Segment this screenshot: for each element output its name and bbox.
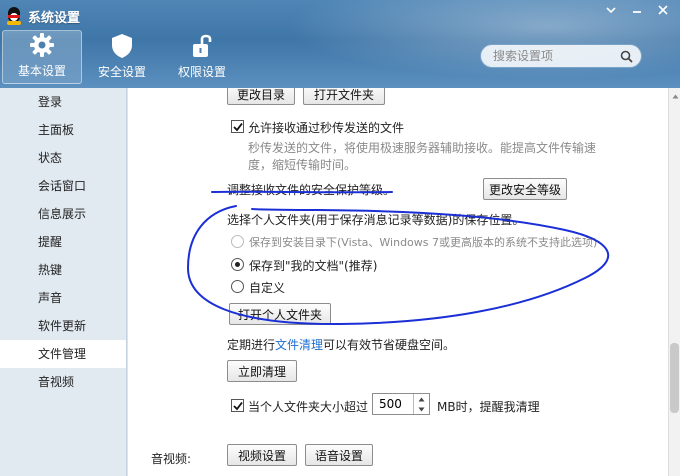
radio-custom-label: 自定义 (249, 281, 286, 295)
close-icon (658, 5, 668, 15)
sidebar-item-software-update[interactable]: 软件更新 (0, 312, 126, 340)
cleanup-hint: 定期进行文件清理可以有效节省硬盘空间。 (227, 336, 455, 353)
fast-transfer-desc-line-2: 度，缩短传输时间。 (248, 158, 357, 172)
tab-security-settings[interactable]: 安全设置 (82, 30, 162, 84)
open-folder-button[interactable]: 打开文件夹 (303, 88, 385, 105)
personal-folder-text: 选择个人文件夹(用于保存消息记录等数据)的保存位置。 (227, 213, 525, 227)
sidebar-item-info-display[interactable]: 信息展示 (0, 200, 126, 228)
window-controls (598, 0, 676, 20)
settings-content: 更改目录 打开文件夹 允许接收通过秒传发送的文件 秒传发送的文件，将使用极速服务… (128, 88, 668, 476)
sidebar-item-file-management[interactable]: 文件管理 (0, 340, 126, 368)
file-cleanup-link[interactable]: 文件清理 (275, 338, 323, 352)
audio-video-section-label: 音视频: (151, 452, 192, 466)
title-bar: 系统设置 基本设置 安全设置 权限设置 搜索设置项 (0, 0, 680, 88)
settings-sidebar: 登录 主面板 状态 会话窗口 信息展示 提醒 热键 声音 软件更新 文件管理 音… (0, 88, 127, 476)
qq-penguin-icon (6, 7, 22, 25)
tab-permission-settings-label: 权限设置 (177, 65, 226, 79)
sidebar-item-status[interactable]: 状态 (0, 144, 126, 172)
cleanup-prefix: 定期进行 (227, 338, 276, 352)
lock-icon (188, 32, 216, 60)
sidebar-item-login[interactable]: 登录 (0, 88, 126, 116)
sidebar-item-sound[interactable]: 声音 (0, 284, 126, 312)
radio-custom[interactable] (231, 280, 244, 293)
scroll-up-arrow-icon[interactable] (669, 90, 680, 102)
size-reminder-label: 当个人文件夹大小超过 (248, 400, 369, 414)
size-limit-input[interactable] (373, 397, 413, 411)
tab-basic-settings[interactable]: 基本设置 (2, 30, 82, 84)
fast-transfer-desc-line-1: 秒传发送的文件，将使用极速服务器辅助接收。能提高文件传输速 (248, 141, 597, 155)
settings-search-box[interactable] (480, 44, 642, 68)
chevron-down-icon (606, 7, 616, 14)
allow-fast-transfer-label: 允许接收通过秒传发送的文件 (248, 121, 405, 135)
content-scrollbar[interactable] (668, 88, 680, 476)
shield-icon (108, 32, 136, 60)
size-limit-stepper[interactable] (413, 394, 428, 414)
settings-tabs: 基本设置 安全设置 权限设置 (2, 30, 242, 84)
radio-my-documents-label: 保存到"我的文档"(推荐) (249, 259, 378, 273)
sidebar-item-chat-window[interactable]: 会话窗口 (0, 172, 126, 200)
audio-settings-button[interactable]: 语音设置 (305, 444, 373, 466)
open-personal-folder-button[interactable]: 打开个人文件夹 (229, 303, 331, 325)
size-limit-spinbox[interactable] (372, 393, 430, 415)
sidebar-item-hotkeys[interactable]: 热键 (0, 256, 126, 284)
scrollbar-thumb[interactable] (670, 343, 679, 413)
stepper-down-icon[interactable] (414, 404, 428, 414)
close-button[interactable] (650, 0, 676, 20)
allow-fast-transfer-checkbox[interactable] (231, 120, 244, 133)
tab-security-settings-label: 安全设置 (97, 65, 146, 79)
change-security-level-button[interactable]: 更改安全等级 (483, 178, 567, 200)
security-level-text: 调整接收文件的安全保护等级。 (227, 183, 396, 197)
minimize-button[interactable] (624, 0, 650, 20)
search-icon[interactable] (620, 50, 633, 66)
size-reminder-checkbox[interactable] (231, 399, 244, 412)
sidebar-item-main-panel[interactable]: 主面板 (0, 116, 126, 144)
checkmark-icon (232, 401, 243, 410)
video-settings-button[interactable]: 视频设置 (227, 444, 297, 466)
clean-now-button[interactable]: 立即清理 (227, 360, 297, 382)
radio-my-documents[interactable] (231, 258, 244, 271)
stepper-up-icon[interactable] (414, 394, 428, 404)
window-title-row: 系统设置 (6, 5, 80, 27)
change-directory-button[interactable]: 更改目录 (227, 88, 295, 105)
sidebar-item-audio-video[interactable]: 音视频 (0, 368, 126, 396)
search-input[interactable] (493, 49, 613, 63)
radio-install-directory-label: 保存到安装目录下(Vista、Windows 7或更高版本的系统不支持此选项) (249, 236, 598, 249)
cleanup-suffix: 可以有效节省硬盘空间。 (323, 338, 456, 352)
sidebar-item-reminders[interactable]: 提醒 (0, 228, 126, 256)
menu-dropdown-button[interactable] (598, 0, 624, 20)
tab-basic-settings-label: 基本设置 (17, 64, 66, 78)
gear-icon (28, 31, 56, 59)
radio-install-directory[interactable] (231, 235, 244, 248)
checkmark-icon (232, 122, 243, 131)
tab-permission-settings[interactable]: 权限设置 (162, 30, 242, 84)
window-title: 系统设置 (28, 10, 81, 26)
minimize-icon (633, 11, 641, 13)
size-reminder-suffix: MB时，提醒我清理 (437, 400, 540, 414)
